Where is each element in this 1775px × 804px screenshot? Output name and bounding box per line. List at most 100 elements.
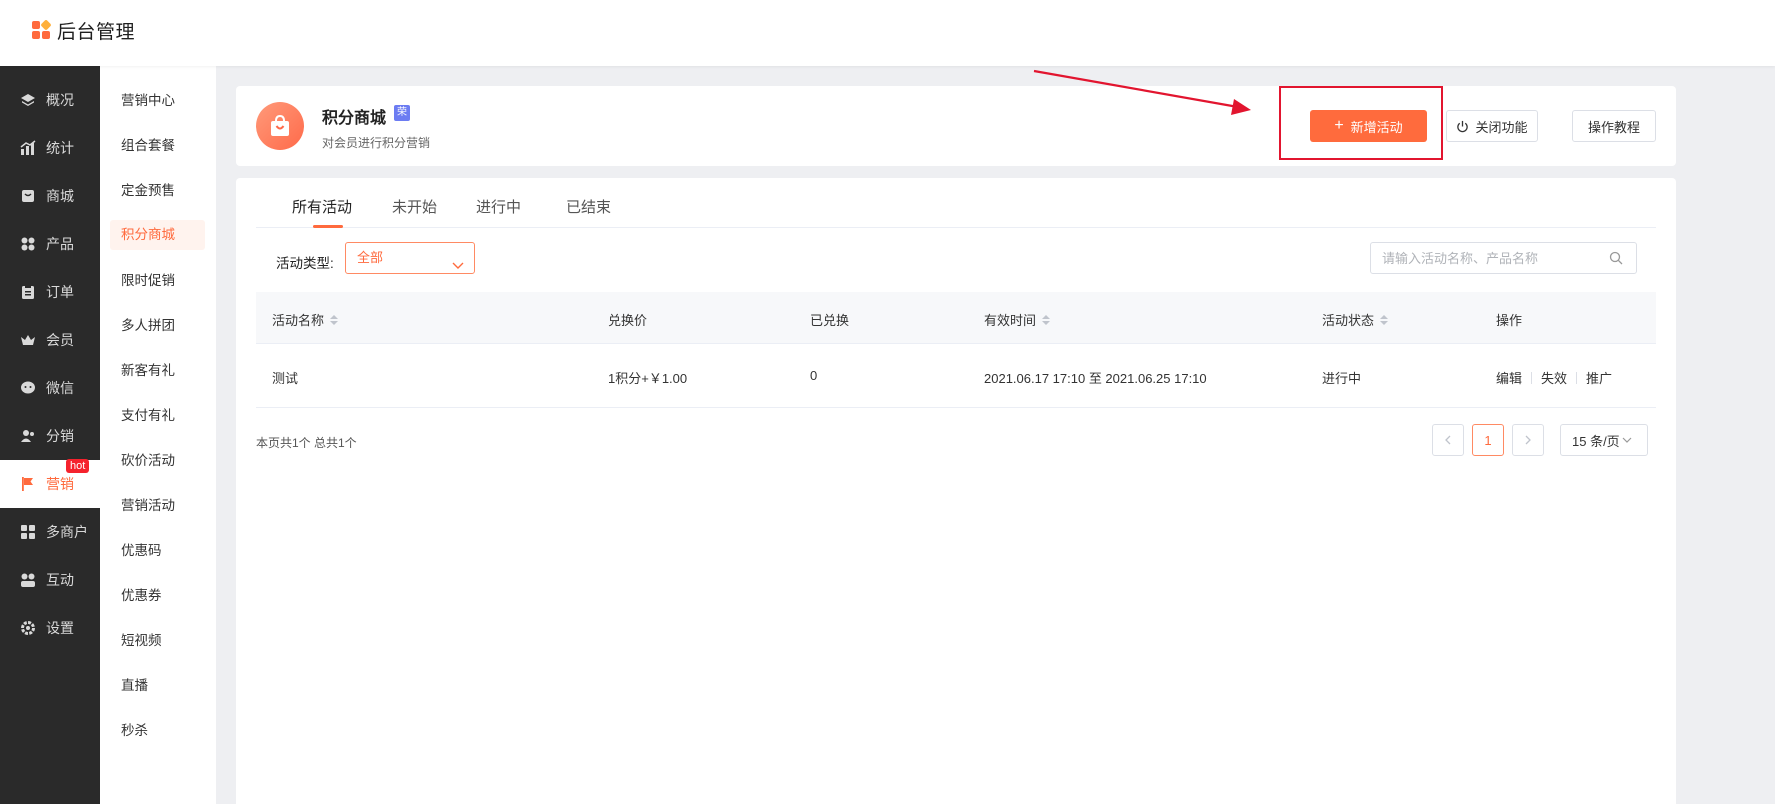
page-number-button[interactable]: 1 <box>1472 424 1504 456</box>
divider <box>1531 371 1533 384</box>
column-header-price: 兑换价 <box>608 310 647 329</box>
activity-table: 活动名称 兑换价 已兑换 有效时间 活动状态 操作 测试 1积分+￥1.00 0… <box>256 292 1656 408</box>
activity-type-select[interactable]: 全部 <box>345 242 475 274</box>
sidebar-item-label: 互动 <box>46 572 74 588</box>
tab-ongoing[interactable]: 进行中 <box>476 196 521 217</box>
top-bar: 后台管理 <box>0 0 1775 66</box>
column-header-period[interactable]: 有效时间 <box>984 310 1051 329</box>
close-feature-label: 关闭功能 <box>1475 119 1528 135</box>
cell-period: 2021.06.17 17:10 至 2021.06.25 17:10 <box>984 371 1207 386</box>
submenu-item-promo-code[interactable]: 优惠码 <box>110 536 205 566</box>
sidebar-item-label: 微信 <box>46 380 74 396</box>
submenu-item-marketing-center[interactable]: 营销中心 <box>110 86 205 116</box>
search-input[interactable] <box>1370 242 1637 274</box>
users-icon <box>20 428 36 444</box>
add-activity-button[interactable]: + 新增活动 <box>1310 110 1427 142</box>
tab-all[interactable]: 所有活动 <box>292 196 352 217</box>
sidebar-item-label: 营销 <box>46 476 74 492</box>
flag-icon <box>20 476 36 492</box>
sort-icon[interactable] <box>1380 314 1389 325</box>
main-sidebar: 概况 统计 商城 产品 订单 会员 微信 分销 营销 hot 多商户 互动 设置 <box>0 66 100 804</box>
search-icon[interactable] <box>1609 251 1623 268</box>
power-icon <box>1456 120 1469 133</box>
cell-price: 1积分+￥1.00 <box>608 371 688 386</box>
divider <box>1576 371 1578 384</box>
tab-not-started[interactable]: 未开始 <box>392 196 437 217</box>
wechat-icon <box>20 380 36 396</box>
column-header-status[interactable]: 活动状态 <box>1322 310 1389 329</box>
gear-icon <box>20 620 36 636</box>
column-header-name[interactable]: 活动名称 <box>272 310 339 329</box>
sidebar-item-product[interactable]: 产品 <box>0 220 100 268</box>
plus-icon: + <box>1334 117 1344 134</box>
close-feature-button[interactable]: 关闭功能 <box>1446 110 1538 142</box>
tutorial-button[interactable]: 操作教程 <box>1572 110 1656 142</box>
page-size-value: 15 条/页 <box>1572 433 1620 449</box>
interact-icon <box>20 572 36 588</box>
column-label: 活动名称 <box>272 313 325 328</box>
sidebar-item-multi-merchant[interactable]: 多商户 <box>0 508 100 556</box>
sidebar-item-distribution[interactable]: 分销 <box>0 412 100 460</box>
sidebar-item-label: 商城 <box>46 188 74 204</box>
sidebar-item-label: 概况 <box>46 92 74 108</box>
column-header-redeemed: 已兑换 <box>810 310 849 329</box>
next-page-button[interactable] <box>1512 424 1544 456</box>
grid-icon <box>20 236 36 252</box>
cell-activity-name: 测试 <box>272 371 299 386</box>
clipboard-icon <box>20 284 36 300</box>
submenu-item-short-video[interactable]: 短视频 <box>110 626 205 656</box>
page-summary: 本页共1个 总共1个 <box>256 436 357 450</box>
sidebar-item-mall[interactable]: 商城 <box>0 172 100 220</box>
page-size-select[interactable]: 15 条/页 <box>1560 424 1648 456</box>
sidebar-item-interaction[interactable]: 互动 <box>0 556 100 604</box>
logo-icon <box>32 18 52 41</box>
submenu-item-group-buy[interactable]: 多人拼团 <box>110 311 205 341</box>
sort-icon[interactable] <box>1042 314 1051 325</box>
sidebar-item-label: 会员 <box>46 332 74 348</box>
sidebar-item-overview[interactable]: 概况 <box>0 76 100 124</box>
column-label: 操作 <box>1496 313 1523 328</box>
chart-icon <box>20 140 36 156</box>
store-icon <box>20 188 36 204</box>
submenu-item-points-mall[interactable]: 积分商城 <box>110 220 205 250</box>
prev-page-button[interactable] <box>1432 424 1464 456</box>
sidebar-item-members[interactable]: 会员 <box>0 316 100 364</box>
submenu-item-combo[interactable]: 组合套餐 <box>110 131 205 161</box>
tutorial-label: 操作教程 <box>1587 119 1640 135</box>
submenu-item-presale[interactable]: 定金预售 <box>110 176 205 206</box>
logo[interactable]: 后台管理 <box>32 17 135 44</box>
activity-type-label: 活动类型: <box>276 256 334 271</box>
table-header: 活动名称 兑换价 已兑换 有效时间 活动状态 操作 <box>256 292 1656 344</box>
submenu-item-payment-gift[interactable]: 支付有礼 <box>110 401 205 431</box>
sidebar-item-settings[interactable]: 设置 <box>0 604 100 652</box>
sidebar-item-orders[interactable]: 订单 <box>0 268 100 316</box>
submenu-item-flash-promo[interactable]: 限时促销 <box>110 266 205 296</box>
invalidate-link[interactable]: 失效 <box>1541 368 1567 387</box>
sidebar-item-wechat[interactable]: 微信 <box>0 364 100 412</box>
edit-link[interactable]: 编辑 <box>1496 368 1522 387</box>
chevron-down-icon <box>452 252 464 282</box>
submenu-item-bargain[interactable]: 砍价活动 <box>110 446 205 476</box>
sort-icon[interactable] <box>330 314 339 325</box>
column-label: 已兑换 <box>810 313 850 328</box>
app-tag-badge: 荣 <box>394 105 410 121</box>
sidebar-item-stats[interactable]: 统计 <box>0 124 100 172</box>
sidebar-item-marketing[interactable]: 营销 hot <box>0 459 100 508</box>
submenu-item-new-customer-gift[interactable]: 新客有礼 <box>110 356 205 386</box>
shopping-bag-icon <box>256 102 304 150</box>
table-row: 测试 1积分+￥1.00 0 2021.06.17 17:10 至 2021.0… <box>256 344 1656 408</box>
column-header-actions: 操作 <box>1496 310 1522 329</box>
submenu-item-marketing-activity[interactable]: 营销活动 <box>110 491 205 521</box>
crown-icon <box>20 332 36 348</box>
tab-ended[interactable]: 已结束 <box>566 196 611 217</box>
annotation-arrow <box>1033 69 1251 115</box>
promote-link[interactable]: 推广 <box>1586 368 1612 387</box>
hot-badge: hot <box>66 459 90 473</box>
activity-type-value: 全部 <box>357 250 384 265</box>
submenu-item-seckill[interactable]: 秒杀 <box>110 716 205 746</box>
column-label: 有效时间 <box>984 313 1037 328</box>
submenu-item-coupon[interactable]: 优惠券 <box>110 581 205 611</box>
status-tabs: 所有活动 未开始 进行中 已结束 <box>256 178 1656 228</box>
activity-list-card: 所有活动 未开始 进行中 已结束 活动类型: 全部 活动名称 兑换价 已兑换 有… <box>236 178 1676 804</box>
submenu-item-live[interactable]: 直播 <box>110 671 205 701</box>
